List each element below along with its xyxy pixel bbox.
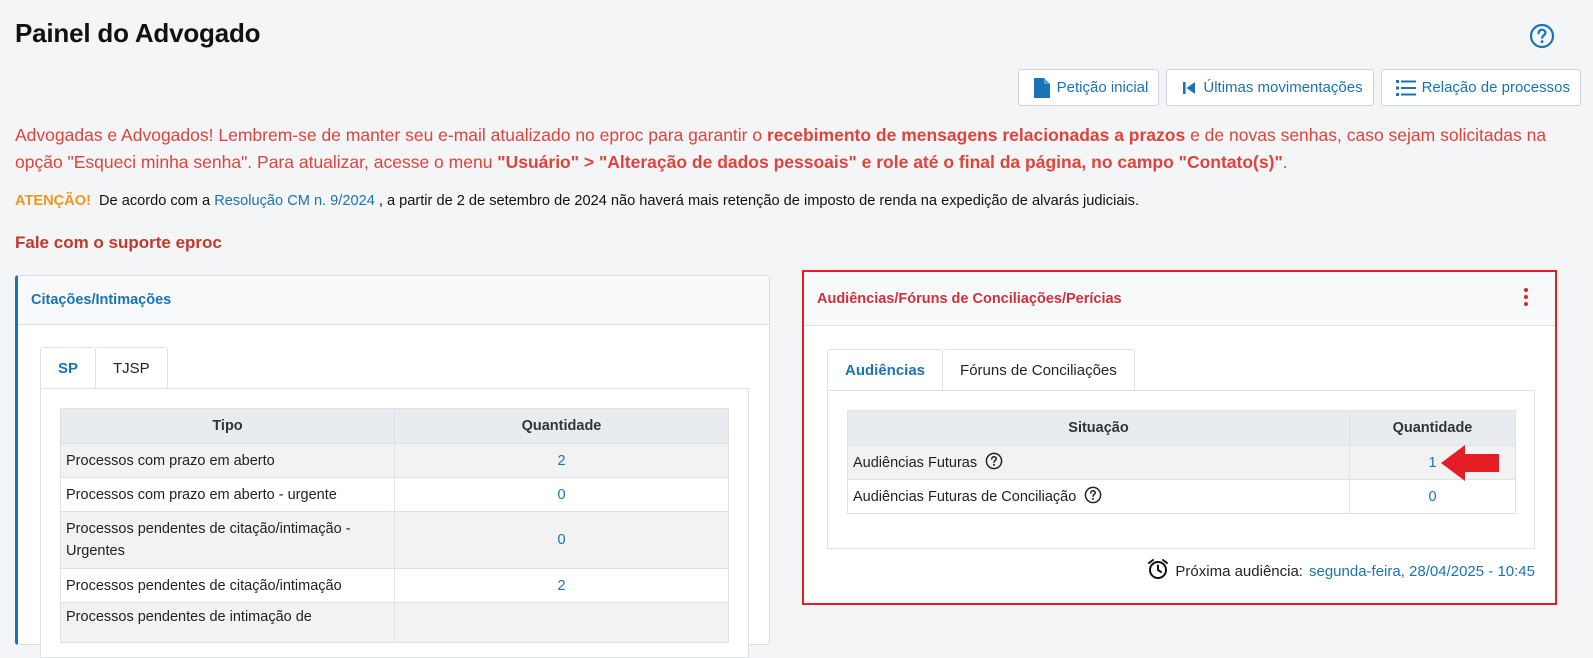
ultimas-movimentacoes-button[interactable]: Últimas movimentações [1166, 69, 1374, 106]
kebab-menu-icon[interactable] [1523, 287, 1529, 311]
table-row: Processos com prazo em aberto 2 [60, 443, 729, 478]
citacoes-table: Tipo Quantidade Processos com prazo em a… [60, 408, 729, 643]
citacoes-tabs: SP TJSP [40, 347, 168, 389]
tab-sp[interactable]: SP [40, 347, 97, 389]
row-quantidade-link[interactable]: 0 [394, 511, 729, 569]
column-header-quantidade: Quantidade [1349, 410, 1516, 446]
table-row: Processos pendentes de intimação de [60, 602, 729, 643]
page-title: Painel do Advogado [15, 18, 261, 48]
attention-text-before: De acordo com a [99, 193, 215, 209]
table-row: Audiências Futuras de Conciliação 0 [847, 479, 1516, 514]
tab-foruns-conciliacoes[interactable]: Fóruns de Conciliações [943, 349, 1135, 391]
attention-text-after: , a partir de 2 de setembro de 2024 não … [374, 193, 1140, 209]
audiencias-table: Situação Quantidade Audiências Futuras 1… [847, 410, 1516, 514]
row-quantidade-link[interactable]: 0 [394, 477, 729, 512]
peticao-inicial-button[interactable]: Petição inicial [1017, 69, 1160, 106]
table-row: Audiências Futuras 1 [847, 445, 1516, 480]
column-header-quantidade: Quantidade [394, 408, 729, 444]
relacao-processos-button[interactable]: Relação de processos [1380, 69, 1581, 106]
attention-notice: ATENÇÃO! De acordo com a Resolução CM n.… [15, 193, 1575, 209]
next-hearing: Próxima audiência: segunda-feira, 28/04/… [1147, 558, 1535, 584]
top-action-bar: Petição inicial Últimas movimentações Re… [1017, 69, 1581, 106]
red-arrow-icon [1439, 443, 1501, 488]
row-tipo: Processos pendentes de intimação de [60, 602, 395, 643]
notice-text-1: Advogadas e Advogados! Lembrem-se de man… [15, 125, 767, 145]
audiencias-card: Audiências/Fóruns de Conciliações/Períci… [802, 270, 1557, 605]
notice-text-3: . [1282, 152, 1288, 172]
skip-back-icon [1181, 80, 1197, 96]
citacoes-card-title: Citações/Intimações [18, 276, 769, 325]
next-hearing-link[interactable]: segunda-feira, 28/04/2025 - 10:45 [1309, 563, 1535, 580]
table-row: Processos com prazo em aberto - urgente … [60, 477, 729, 512]
ultimas-movimentacoes-label: Últimas movimentações [1203, 79, 1363, 96]
file-icon [1033, 77, 1051, 99]
row-quantidade-link[interactable]: 2 [394, 443, 729, 478]
notice-bold-1: recebimento de mensagens relacionadas a … [766, 125, 1186, 145]
table-row: Processos pendentes de citação/intimação… [60, 511, 729, 569]
row-quantidade-link[interactable]: 2 [394, 568, 729, 603]
table-row: Processos pendentes de citação/intimação… [60, 568, 729, 603]
tab-tjsp[interactable]: TJSP [96, 347, 168, 389]
audiencias-tabs: Audiências Fóruns de Conciliações [827, 349, 1135, 391]
citacoes-intimacoes-card: Citações/Intimações SP TJSP Tipo Quantid… [15, 275, 770, 658]
question-circle-icon[interactable] [1529, 23, 1555, 49]
column-header-tipo: Tipo [60, 408, 395, 444]
list-icon [1395, 79, 1416, 97]
row-tipo: Processos pendentes de citação/intimação… [60, 511, 395, 569]
peticao-inicial-label: Petição inicial [1056, 79, 1149, 96]
row-tipo: Processos pendentes de citação/intimação [60, 568, 395, 603]
support-link[interactable]: Fale com o suporte eproc [15, 233, 222, 253]
resolucao-link[interactable]: Resolução CM n. 9/2024 [214, 193, 375, 209]
audiencias-card-header: Audiências/Fóruns de Conciliações/Períci… [804, 272, 1555, 326]
row-quantidade-link[interactable] [394, 602, 729, 643]
alarm-clock-icon [1147, 558, 1169, 584]
row-tipo: Processos com prazo em aberto - urgente [60, 477, 395, 512]
tab-audiencias[interactable]: Audiências [827, 349, 944, 391]
row-tipo: Processos com prazo em aberto [60, 443, 395, 478]
attention-label: ATENÇÃO! [15, 193, 91, 209]
question-circle-icon[interactable] [985, 452, 1003, 474]
question-circle-icon[interactable] [1084, 486, 1102, 508]
email-update-notice: Advogadas e Advogados! Lembrem-se de man… [15, 122, 1575, 176]
row-situacao: Audiências Futuras [853, 454, 978, 471]
next-hearing-label: Próxima audiência: [1175, 562, 1303, 580]
column-header-situacao: Situação [847, 410, 1350, 446]
audiencias-card-title: Audiências/Fóruns de Conciliações/Períci… [817, 290, 1122, 307]
relacao-processos-label: Relação de processos [1421, 79, 1570, 96]
notice-bold-2: "Usuário" > "Alteração de dados pessoais… [497, 152, 1283, 172]
row-situacao: Audiências Futuras de Conciliação [853, 488, 1077, 505]
